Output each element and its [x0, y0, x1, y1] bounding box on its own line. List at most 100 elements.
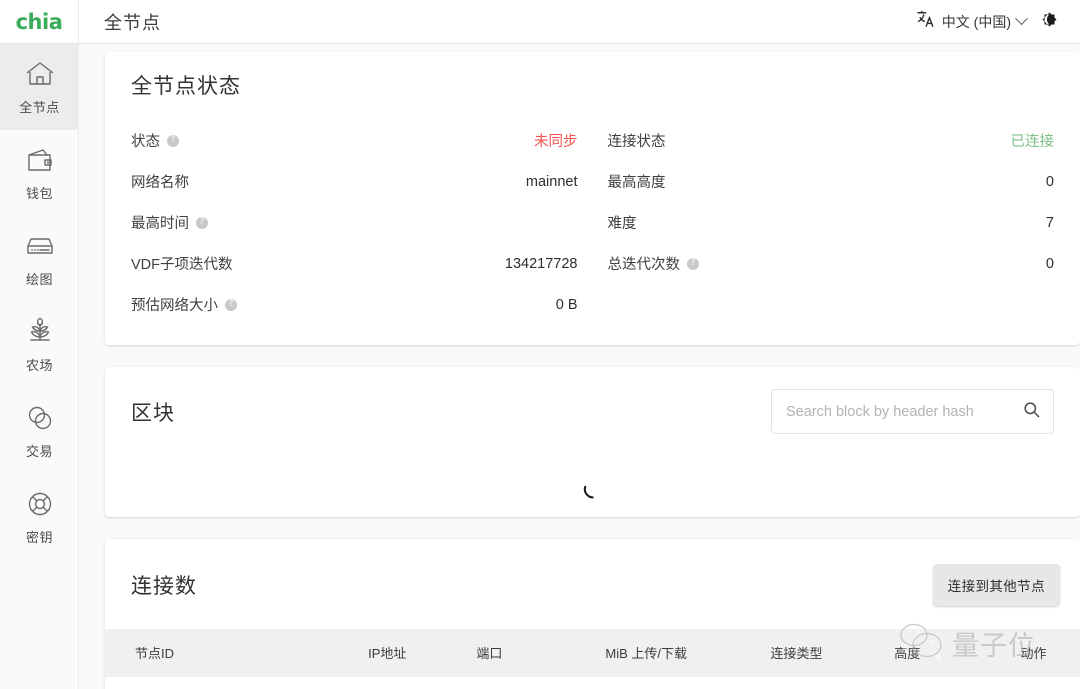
connections-header: 连接数 连接到其他节点 — [105, 557, 1080, 613]
sidebar-label: 农场 — [26, 355, 53, 374]
status-value: 0 — [1046, 174, 1054, 190]
status-label: VDF子项迭代数 — [131, 253, 233, 274]
status-value: mainnet — [526, 174, 578, 190]
status-label-text: 预估网络大小 — [131, 294, 218, 315]
status-label-text: 网络名称 — [131, 171, 189, 192]
sidebar-item-plot[interactable]: 绘图 — [0, 216, 79, 302]
status-label: 状态 ? — [131, 130, 179, 151]
status-row-difficulty: 难度 7 — [608, 202, 1055, 243]
status-label: 最高时间 ? — [131, 212, 208, 233]
status-row-vdf-sub-slot-iters: VDF子项迭代数 134217728 — [131, 243, 578, 284]
status-label: 难度 — [608, 212, 637, 233]
home-icon — [23, 58, 57, 90]
page-title: 全节点 — [104, 9, 161, 35]
blocks-card: 区块 — [105, 367, 1080, 517]
status-label-text: 连接状态 — [608, 130, 666, 151]
status-row-peak-height: 最高高度 0 — [608, 161, 1055, 202]
full-node-status-card: 全节点状态 状态 ? 未同步 连接状态 已连接 — [105, 52, 1080, 345]
sidebar-label: 绘图 — [26, 269, 53, 288]
column-mib-up-down: MiB 上传/下载 — [605, 629, 770, 677]
column-action: 动作 — [987, 629, 1080, 677]
status-value: 0 B — [556, 297, 578, 313]
translate-icon — [916, 9, 936, 34]
column-node-id: 节点ID — [105, 629, 368, 677]
help-icon[interactable]: ? — [225, 299, 237, 311]
trade-circles-icon — [23, 402, 57, 434]
cell-port: 59159/8447 — [476, 677, 605, 689]
status-label: 预估网络大小 ? — [131, 294, 237, 315]
help-icon[interactable]: ? — [687, 258, 699, 270]
brand-logo-text: chia — [16, 10, 63, 34]
column-height: 高度 — [894, 629, 987, 677]
status-value: 0 — [1046, 256, 1054, 272]
plot-drive-icon — [23, 230, 57, 262]
cell-height — [894, 677, 987, 689]
status-row-sync-state: 状态 ? 未同步 — [131, 120, 578, 161]
sidebar-item-farm[interactable]: 农场 — [0, 302, 79, 388]
status-value: 已连接 — [1011, 130, 1055, 151]
connections-table: 节点ID IP地址 端口 MiB 上传/下载 连接类型 高度 动作 0xbed7… — [105, 629, 1080, 689]
status-row-total-iterations: 总迭代次数 ? 0 — [608, 243, 1055, 284]
sidebar: 全节点 钱包 绘图 — [0, 44, 79, 689]
status-label-text: 状态 — [131, 130, 160, 151]
connections-table-body: 0xbed7a735d27ff4943ad3150f88b6… 127.0.0.… — [105, 677, 1080, 689]
language-selector[interactable]: 中文 (中国) — [916, 9, 1026, 34]
sidebar-item-full-node[interactable]: 全节点 — [0, 44, 79, 130]
blocks-card-title: 区块 — [131, 397, 175, 427]
connections-card: 连接数 连接到其他节点 节点ID IP地址 端口 MiB 上传/下载 连接类型 … — [105, 539, 1080, 689]
main-content: 全节点状态 状态 ? 未同步 连接状态 已连接 — [79, 44, 1080, 689]
status-row-estimated-network-space: 预估网络大小 ? 0 B — [131, 284, 578, 325]
sidebar-label: 交易 — [26, 441, 53, 460]
cell-ip-address: 127.0.0.1 — [368, 677, 476, 689]
brand-logo[interactable]: chia — [0, 0, 79, 44]
connections-table-head: 节点ID IP地址 端口 MiB 上传/下载 连接类型 高度 动作 — [105, 629, 1080, 677]
sprout-farm-icon — [23, 316, 57, 348]
cell-mib-up-down: 0.0/0.0 — [605, 677, 770, 689]
help-icon[interactable]: ? — [196, 217, 208, 229]
language-label: 中文 (中国) — [942, 12, 1011, 32]
top-bar-actions: 中文 (中国) — [916, 5, 1080, 39]
block-search-box[interactable] — [771, 389, 1054, 434]
sidebar-item-wallet[interactable]: 钱包 — [0, 130, 79, 216]
status-label: 网络名称 — [131, 171, 189, 192]
chevron-down-icon — [1015, 12, 1028, 25]
column-ip-address: IP地址 — [368, 629, 476, 677]
search-input[interactable] — [786, 404, 1022, 420]
status-grid: 状态 ? 未同步 连接状态 已连接 网络名称 mainnet — [131, 120, 1054, 325]
connect-to-other-peers-button[interactable]: 连接到其他节点 — [933, 564, 1060, 606]
cell-action — [987, 677, 1080, 689]
sidebar-label: 密钥 — [26, 527, 53, 546]
status-label-text: 难度 — [608, 212, 637, 233]
status-label: 最高高度 — [608, 171, 666, 192]
sidebar-label: 钱包 — [26, 183, 53, 202]
status-label-text: 最高时间 — [131, 212, 189, 233]
loading-spinner-icon — [582, 479, 604, 501]
column-port: 端口 — [476, 629, 605, 677]
keys-lifebuoy-icon — [23, 488, 57, 520]
search-icon[interactable] — [1022, 400, 1041, 424]
status-row-connection-state: 连接状态 已连接 — [608, 120, 1055, 161]
status-label-text: 总迭代次数 — [608, 253, 681, 274]
status-row-empty — [608, 284, 1055, 325]
brightness-dark-mode-icon — [1039, 9, 1060, 35]
status-value: 未同步 — [534, 130, 578, 151]
app-root: chia 全节点 中文 (中国) — [0, 0, 1080, 689]
status-value: 7 — [1046, 215, 1054, 231]
theme-toggle-button[interactable] — [1032, 5, 1066, 39]
sidebar-item-keys[interactable]: 密钥 — [0, 474, 79, 560]
status-label-text: 最高高度 — [608, 171, 666, 192]
status-label: 连接状态 — [608, 130, 666, 151]
blocks-header: 区块 — [131, 389, 1054, 434]
status-row-peak-time: 最高时间 ? — [131, 202, 578, 243]
status-value: 134217728 — [505, 256, 578, 272]
status-row-network-name: 网络名称 mainnet — [131, 161, 578, 202]
wallet-icon — [23, 144, 57, 176]
status-label: 总迭代次数 ? — [608, 253, 700, 274]
column-connection-type: 连接类型 — [770, 629, 894, 677]
sidebar-item-trade[interactable]: 交易 — [0, 388, 79, 474]
help-icon[interactable]: ? — [167, 135, 179, 147]
connections-card-title: 连接数 — [131, 570, 197, 600]
cell-node-id: 0xbed7a735d27ff4943ad3150f88b6… — [105, 677, 368, 689]
table-row[interactable]: 0xbed7a735d27ff4943ad3150f88b6… 127.0.0.… — [105, 677, 1080, 689]
table-header-row: 节点ID IP地址 端口 MiB 上传/下载 连接类型 高度 动作 — [105, 629, 1080, 677]
